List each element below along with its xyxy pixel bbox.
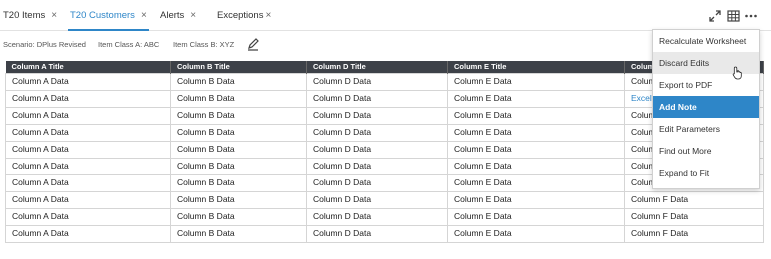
table-cell[interactable]: Column B Data bbox=[170, 191, 307, 210]
item-class-b-label: Item Class B: XYZ bbox=[173, 40, 235, 49]
table-cell[interactable]: Column B Data bbox=[170, 123, 307, 142]
table-row[interactable]: Column A Data Column B Data Column D Data C… bbox=[5, 174, 764, 193]
menu-item-edit-parameters[interactable]: Edit Parameters bbox=[653, 118, 759, 140]
table-cell[interactable]: Column E Data bbox=[447, 208, 625, 227]
tab-label: Exceptions bbox=[217, 10, 264, 21]
menu-item-recalculate-worksheet[interactable]: Recalculate Worksheet bbox=[653, 30, 759, 52]
tab-label: Alerts bbox=[160, 10, 185, 21]
scenario-label: Scenario: DPlus Revised bbox=[3, 40, 86, 49]
table-cell[interactable]: Column A Data bbox=[5, 157, 171, 176]
column-header[interactable]: Column B Title bbox=[170, 61, 307, 74]
hand-cursor-icon bbox=[732, 66, 742, 80]
table-cell[interactable]: Column D Data bbox=[306, 106, 448, 125]
table-cell[interactable]: Column F Data bbox=[624, 225, 764, 244]
table-cell[interactable]: Column D Data bbox=[306, 225, 448, 244]
table-row[interactable]: Column A Data Column B Data Column D Data C… bbox=[5, 140, 764, 159]
table-row[interactable]: Column A Data Column B Data Column D Data C… bbox=[5, 106, 764, 125]
data-table: Column A Title Column B Title Column D T… bbox=[5, 61, 764, 244]
table-cell[interactable]: Column B Data bbox=[170, 73, 307, 91]
close-icon[interactable]: × bbox=[141, 10, 147, 21]
tab-label: T20 Customers bbox=[70, 10, 135, 21]
table-cell[interactable]: Column E Data bbox=[447, 89, 625, 108]
table-row[interactable]: Column A Data Column B Data Column D Data C… bbox=[5, 89, 764, 108]
table-cell[interactable]: Column D Data bbox=[306, 174, 448, 193]
table-cell[interactable]: Column B Data bbox=[170, 208, 307, 227]
table-cell[interactable]: Column A Data bbox=[5, 106, 171, 125]
table-cell[interactable]: Column E Data bbox=[447, 123, 625, 142]
table-cell[interactable]: Column D Data bbox=[306, 123, 448, 142]
table-cell[interactable]: Column E Data bbox=[447, 106, 625, 125]
table-cell[interactable]: Column E Data bbox=[447, 140, 625, 159]
column-header[interactable]: Column E Title bbox=[447, 61, 625, 74]
table-cell[interactable]: Column F Data bbox=[624, 208, 764, 227]
table-cell[interactable]: Column B Data bbox=[170, 140, 307, 159]
table-row[interactable]: Column A Data Column B Data Column D Data C… bbox=[5, 73, 764, 91]
item-class-a-label: Item Class A: ABC bbox=[98, 40, 160, 49]
table-cell[interactable]: Column E Data bbox=[447, 225, 625, 244]
context-menu: Recalculate Worksheet Discard Edits Export… bbox=[652, 29, 760, 189]
tab-label: T20 Items bbox=[3, 10, 46, 21]
tab-alerts[interactable]: Alerts × bbox=[160, 0, 196, 31]
grid-icon[interactable] bbox=[727, 8, 740, 24]
tab-t20-items[interactable]: T20 Items × bbox=[3, 0, 57, 31]
table-cell[interactable]: Column A Data bbox=[5, 174, 171, 193]
table-row[interactable]: Column A Data Column B Data Column D Data C… bbox=[5, 123, 764, 142]
table-row[interactable]: Column A Data Column B Data Column D Data C… bbox=[5, 208, 764, 227]
table-cell[interactable]: Column E Data bbox=[447, 191, 625, 210]
tab-bar: T20 Items × T20 Customers × Alerts × Except… bbox=[0, 0, 771, 31]
column-header[interactable]: Column A Title bbox=[5, 61, 171, 74]
column-header[interactable]: Column D Title bbox=[306, 61, 448, 74]
table-cell[interactable]: Column A Data bbox=[5, 89, 171, 108]
close-icon[interactable]: × bbox=[190, 10, 196, 21]
table-cell[interactable]: Column B Data bbox=[170, 225, 307, 244]
table-cell[interactable]: Column A Data bbox=[5, 140, 171, 159]
close-icon[interactable]: × bbox=[265, 10, 271, 21]
table-cell[interactable]: Column E Data bbox=[447, 73, 625, 91]
table-cell[interactable]: Column A Data bbox=[5, 73, 171, 91]
table-cell[interactable]: Column F Data bbox=[624, 191, 764, 210]
table-cell[interactable]: Column A Data bbox=[5, 208, 171, 227]
table-cell[interactable]: Column B Data bbox=[170, 174, 307, 193]
table-cell[interactable]: Column B Data bbox=[170, 89, 307, 108]
table-cell[interactable]: Column D Data bbox=[306, 73, 448, 91]
table-cell[interactable]: Column E Data bbox=[447, 157, 625, 176]
table-cell[interactable]: Column A Data bbox=[5, 225, 171, 244]
menu-item-add-note[interactable]: Add Note bbox=[653, 96, 759, 118]
tab-t20-customers[interactable]: T20 Customers × bbox=[68, 0, 149, 31]
table-cell[interactable]: Column E Data bbox=[447, 174, 625, 193]
table-cell[interactable]: Column D Data bbox=[306, 89, 448, 108]
table-cell[interactable]: Column D Data bbox=[306, 140, 448, 159]
table-cell[interactable]: Column D Data bbox=[306, 208, 448, 227]
table-cell[interactable]: Column B Data bbox=[170, 106, 307, 125]
table-row[interactable]: Column A Data Column B Data Column D Data C… bbox=[5, 225, 764, 244]
menu-item-find-out-more[interactable]: Find out More bbox=[653, 140, 759, 162]
table-cell[interactable]: Column D Data bbox=[306, 157, 448, 176]
table-cell[interactable]: Column A Data bbox=[5, 191, 171, 210]
table-row[interactable]: Column A Data Column B Data Column D Data C… bbox=[5, 157, 764, 176]
expand-icon[interactable] bbox=[708, 8, 722, 24]
table-cell[interactable]: Column A Data bbox=[5, 123, 171, 142]
table-header-row: Column A Title Column B Title Column D T… bbox=[5, 61, 764, 74]
close-icon[interactable]: × bbox=[51, 10, 57, 21]
table-cell[interactable]: Column D Data bbox=[306, 191, 448, 210]
more-icon[interactable] bbox=[744, 8, 758, 24]
menu-item-expand-to-fit[interactable]: Expand to Fit bbox=[653, 162, 759, 184]
table-cell[interactable]: Column B Data bbox=[170, 157, 307, 176]
table-row[interactable]: Column A Data Column B Data Column D Data C… bbox=[5, 191, 764, 210]
tab-exceptions[interactable]: Exceptions × bbox=[217, 0, 271, 31]
pencil-icon[interactable] bbox=[246, 37, 260, 51]
